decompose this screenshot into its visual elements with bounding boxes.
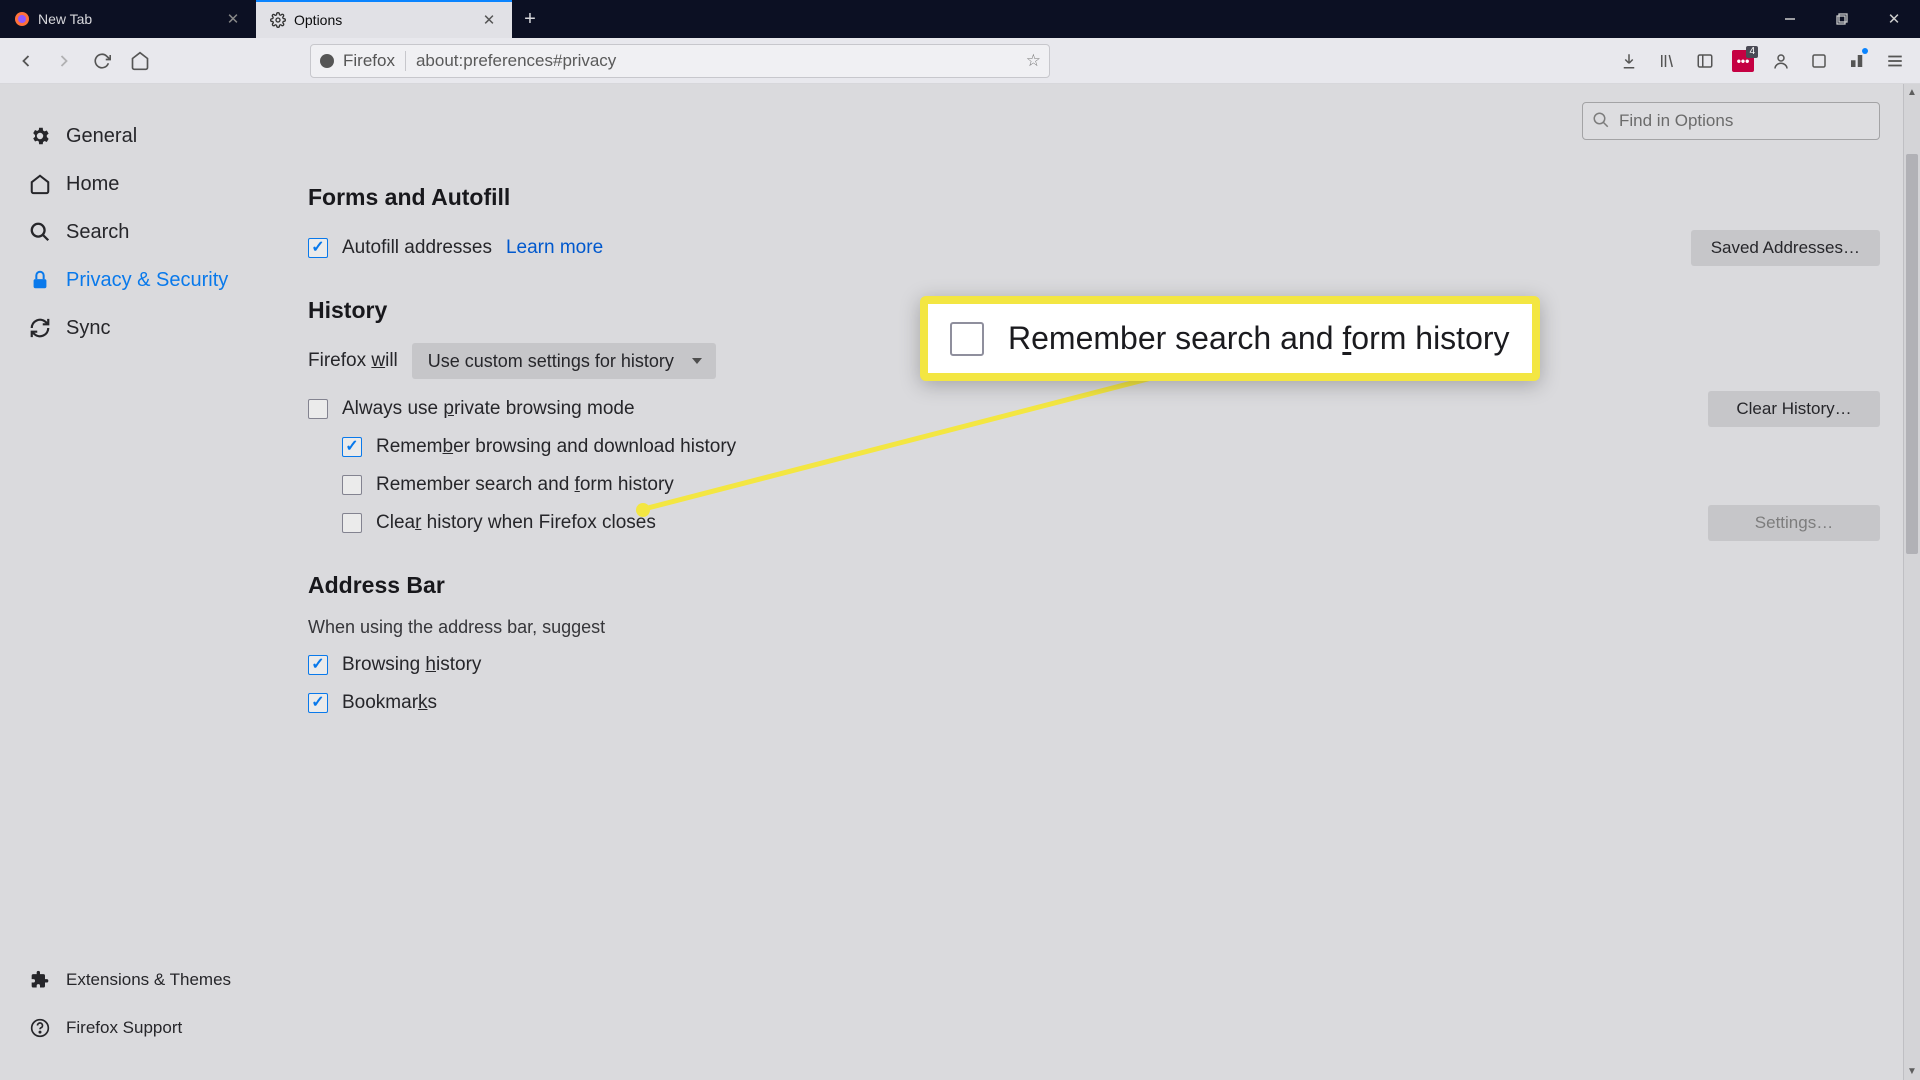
back-button[interactable] xyxy=(8,43,44,79)
minimize-button[interactable] xyxy=(1764,0,1816,38)
sidebar-item-label: Sync xyxy=(66,317,110,340)
label-suggest-bookmarks: Bookmarks xyxy=(342,692,437,714)
close-icon[interactable]: ✕ xyxy=(480,11,498,29)
help-icon xyxy=(28,1016,52,1040)
sidebar-item-extensions[interactable]: Extensions & Themes xyxy=(18,956,282,1004)
navbar: Firefox about:preferences#privacy ☆ •••4 xyxy=(0,38,1920,84)
url-text: about:preferences#privacy xyxy=(416,51,1016,71)
extension-button[interactable]: •••4 xyxy=(1726,44,1760,78)
clear-settings-button[interactable]: Settings… xyxy=(1708,505,1880,541)
sidebar-item-sync[interactable]: Sync xyxy=(18,304,282,352)
sync-icon xyxy=(28,316,52,340)
content-area: General Home Search Privacy & Security S… xyxy=(0,84,1920,1080)
find-in-options-input[interactable] xyxy=(1582,102,1880,140)
url-bar[interactable]: Firefox about:preferences#privacy ☆ xyxy=(310,44,1050,78)
label-clear-on-close: Clear history when Firefox closes xyxy=(376,512,656,534)
callout-highlight: Remember search and form history xyxy=(920,296,1540,381)
pocket-button[interactable] xyxy=(1802,44,1836,78)
sidebar-item-label: Home xyxy=(66,173,119,196)
checkbox-autofill-addresses[interactable] xyxy=(308,238,328,258)
clear-history-button[interactable]: Clear History… xyxy=(1708,391,1880,427)
sidebar-item-general[interactable]: General xyxy=(18,112,282,160)
search-icon xyxy=(1592,111,1610,134)
tab-new-tab[interactable]: New Tab ✕ xyxy=(0,0,256,38)
checkbox-suggest-history[interactable] xyxy=(308,655,328,675)
scroll-up-arrow[interactable]: ▲ xyxy=(1904,84,1920,101)
sidebar-item-privacy[interactable]: Privacy & Security xyxy=(18,256,282,304)
main-panel: Forms and Autofill Autofill addresses Le… xyxy=(300,84,1920,1080)
firefox-logo-icon xyxy=(319,53,335,69)
sidebar-item-label: Privacy & Security xyxy=(66,269,228,292)
close-window-button[interactable]: ✕ xyxy=(1868,0,1920,38)
gear-icon xyxy=(28,124,52,148)
search-icon xyxy=(28,220,52,244)
checkbox-remember-browsing[interactable] xyxy=(342,437,362,457)
label-remember-search: Remember search and form history xyxy=(376,474,674,496)
downloads-button[interactable] xyxy=(1612,44,1646,78)
categories-sidebar: General Home Search Privacy & Security S… xyxy=(0,84,300,1080)
checkbox-suggest-bookmarks[interactable] xyxy=(308,693,328,713)
vertical-scrollbar[interactable]: ▲ ▼ xyxy=(1903,84,1920,1080)
scrollbar-thumb[interactable] xyxy=(1906,154,1918,554)
checkbox-remember-search[interactable] xyxy=(342,475,362,495)
label-suggest-history: Browsing history xyxy=(342,654,481,676)
bookmark-star-icon[interactable]: ☆ xyxy=(1026,51,1041,71)
library-button[interactable] xyxy=(1650,44,1684,78)
account-button[interactable] xyxy=(1764,44,1798,78)
identity-label: Firefox xyxy=(343,51,395,71)
home-button[interactable] xyxy=(122,43,158,79)
identity-box[interactable]: Firefox xyxy=(319,51,406,71)
sidebar-item-label: Extensions & Themes xyxy=(66,970,231,990)
sidebar-item-search[interactable]: Search xyxy=(18,208,282,256)
link-learn-more[interactable]: Learn more xyxy=(506,237,603,259)
gear-icon xyxy=(270,12,286,28)
sidebar-item-label: General xyxy=(66,125,137,148)
forward-button[interactable] xyxy=(46,43,82,79)
titlebar: New Tab ✕ Options ✕ + ✕ xyxy=(0,0,1920,38)
tab-title: New Tab xyxy=(38,11,216,27)
lock-icon xyxy=(28,268,52,292)
addressbar-desc: When using the address bar, suggest xyxy=(308,617,1880,638)
label-remember-browsing: Remember browsing and download history xyxy=(376,436,736,458)
tab-title: Options xyxy=(294,12,472,28)
callout-checkbox xyxy=(950,322,984,356)
new-tab-button[interactable]: + xyxy=(512,0,548,38)
window-controls: ✕ xyxy=(1764,0,1920,38)
checkbox-always-private[interactable] xyxy=(308,399,328,419)
label-firefox-will: Firefox will xyxy=(308,350,398,372)
tab-options[interactable]: Options ✕ xyxy=(256,0,512,38)
sidebar-toggle-button[interactable] xyxy=(1688,44,1722,78)
menu-button[interactable] xyxy=(1878,44,1912,78)
sidebar-item-label: Search xyxy=(66,221,129,244)
checkbox-clear-on-close[interactable] xyxy=(342,513,362,533)
label-always-private: Always use private browsing mode xyxy=(342,398,635,420)
sidebar-item-home[interactable]: Home xyxy=(18,160,282,208)
maximize-button[interactable] xyxy=(1816,0,1868,38)
callout-text: Remember search and form history xyxy=(1008,320,1510,357)
puzzle-icon xyxy=(28,968,52,992)
sidebar-item-support[interactable]: Firefox Support xyxy=(18,1004,282,1052)
callout-anchor-dot xyxy=(636,503,650,517)
history-mode-select[interactable]: Use custom settings for history xyxy=(412,343,716,379)
badge-count: 4 xyxy=(1746,46,1758,58)
section-forms-title: Forms and Autofill xyxy=(308,184,1880,211)
section-addressbar-title: Address Bar xyxy=(308,572,1880,599)
firefox-icon xyxy=(14,11,30,27)
label-autofill-addresses: Autofill addresses xyxy=(342,237,492,259)
saved-addresses-button[interactable]: Saved Addresses… xyxy=(1691,230,1880,266)
reload-button[interactable] xyxy=(84,43,120,79)
scroll-down-arrow[interactable]: ▼ xyxy=(1904,1063,1920,1080)
whats-new-button[interactable] xyxy=(1840,44,1874,78)
sidebar-item-label: Firefox Support xyxy=(66,1018,182,1038)
home-icon xyxy=(28,172,52,196)
close-icon[interactable]: ✕ xyxy=(224,10,242,28)
